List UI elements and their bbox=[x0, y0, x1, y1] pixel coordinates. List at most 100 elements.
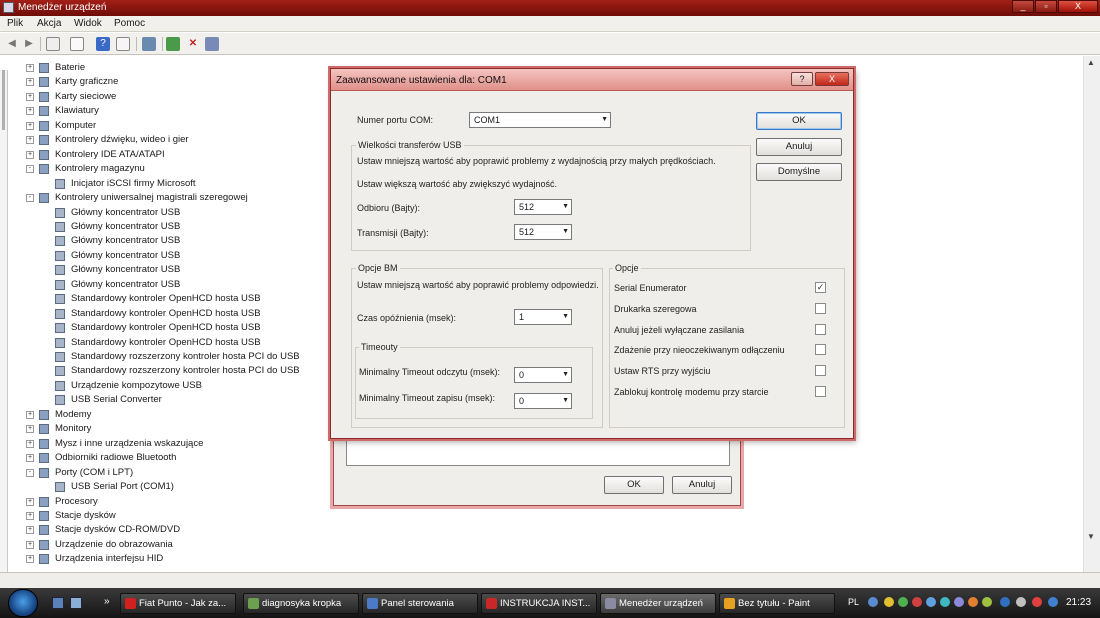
tree-view-icon[interactable] bbox=[46, 37, 60, 51]
scroll-up-icon[interactable]: ▲ bbox=[1087, 58, 1095, 67]
tray-icon[interactable] bbox=[954, 597, 964, 607]
dialog-close-button[interactable]: X bbox=[815, 72, 849, 86]
menu-action[interactable]: Akcja bbox=[37, 18, 61, 29]
network-icon[interactable] bbox=[1000, 597, 1010, 607]
collapse-icon[interactable]: - bbox=[26, 468, 34, 477]
latency-select[interactable]: 1 ▼ bbox=[514, 309, 572, 325]
uninstall-icon[interactable]: ✕ bbox=[186, 37, 200, 51]
taskbar-item[interactable]: diagnosyka kropka bbox=[243, 593, 359, 614]
tree-item-label: Kontrolery dźwięku, wideo i gier bbox=[55, 134, 189, 146]
expand-icon[interactable]: + bbox=[26, 121, 34, 130]
bg-cancel-button[interactable]: Anuluj bbox=[672, 476, 732, 494]
option-checkbox[interactable]: ✓ bbox=[815, 282, 826, 293]
forward-arrow-icon[interactable]: ▶ bbox=[22, 37, 36, 51]
read-timeout-select[interactable]: 0 ▼ bbox=[514, 367, 572, 383]
taskbar-item[interactable]: Fiat Punto - Jak za... bbox=[120, 593, 236, 614]
window-titlebar[interactable]: Menedżer urządzeń _ ▫ X bbox=[0, 0, 1100, 16]
option-checkbox[interactable] bbox=[815, 386, 826, 397]
write-timeout-select[interactable]: 0 ▼ bbox=[514, 393, 572, 409]
option-checkbox[interactable] bbox=[815, 302, 826, 314]
tree-item-label: Główny koncentrator USB bbox=[71, 264, 181, 276]
expand-icon[interactable]: + bbox=[26, 540, 34, 549]
com-port-select[interactable]: COM1 ▼ bbox=[469, 112, 611, 128]
expand-icon[interactable]: + bbox=[26, 555, 34, 564]
expand-icon[interactable]: + bbox=[26, 78, 34, 87]
quicklaunch-chevron[interactable]: » bbox=[104, 596, 110, 607]
minimize-button[interactable]: _ bbox=[1012, 0, 1034, 13]
taskbar-item[interactable]: Panel sterowania bbox=[362, 593, 478, 614]
option-checkbox[interactable] bbox=[815, 365, 826, 377]
expand-icon[interactable]: + bbox=[26, 439, 34, 448]
tree-item-label: Standardowy kontroler OpenHCD hosta USB bbox=[71, 322, 261, 334]
collapse-icon[interactable]: - bbox=[26, 165, 34, 174]
tray-icon[interactable] bbox=[898, 597, 908, 607]
tray-icon[interactable] bbox=[982, 597, 992, 607]
show-desktop-icon[interactable] bbox=[52, 597, 64, 609]
update-driver-icon[interactable] bbox=[166, 37, 180, 51]
help-button[interactable]: ? bbox=[791, 72, 813, 86]
back-arrow-icon[interactable]: ◀ bbox=[5, 37, 19, 51]
device-manager-icon bbox=[605, 598, 616, 609]
language-indicator[interactable]: PL bbox=[848, 597, 859, 607]
modem-icon bbox=[39, 409, 49, 420]
tree-item-label: Standardowy rozszerzony kontroler hosta … bbox=[71, 365, 300, 377]
tray-icon[interactable] bbox=[884, 597, 894, 607]
expand-icon[interactable]: + bbox=[26, 410, 34, 419]
taskbar-item[interactable]: INSTRUKCJA INST... bbox=[481, 593, 597, 614]
option-checkbox[interactable] bbox=[815, 323, 826, 335]
tree-item-label: Kontrolery magazynu bbox=[55, 163, 145, 175]
bg-ok-button[interactable]: OK bbox=[604, 476, 664, 494]
network-adapter-icon bbox=[39, 91, 49, 102]
help-icon[interactable]: ? bbox=[96, 37, 110, 51]
expand-icon[interactable]: + bbox=[26, 425, 34, 434]
defaults-button[interactable]: Domyślne bbox=[756, 163, 842, 181]
clock[interactable]: 21:23 bbox=[1066, 597, 1091, 608]
tray-icon[interactable] bbox=[940, 597, 950, 607]
expand-icon[interactable]: + bbox=[26, 454, 34, 463]
tray-icon[interactable] bbox=[926, 597, 936, 607]
transmit-select[interactable]: 512 ▼ bbox=[514, 224, 572, 240]
cancel-button[interactable]: Anuluj bbox=[756, 138, 842, 156]
monitor-icon bbox=[39, 424, 49, 435]
expand-icon[interactable]: + bbox=[26, 497, 34, 506]
expand-icon[interactable]: + bbox=[26, 136, 34, 145]
usb-device-icon bbox=[55, 250, 65, 261]
dialog-titlebar[interactable]: Zaawansowane ustawienia dla: COM1 ? X bbox=[331, 69, 853, 91]
start-button[interactable] bbox=[8, 589, 38, 617]
bluetooth-icon bbox=[39, 453, 49, 464]
menu-help[interactable]: Pomoc bbox=[114, 18, 145, 29]
tray-icon[interactable] bbox=[968, 597, 978, 607]
menu-view[interactable]: Widok bbox=[74, 18, 102, 29]
taskbar-item[interactable]: Menedżer urządzeń bbox=[600, 593, 716, 614]
switch-windows-icon[interactable] bbox=[70, 597, 82, 609]
ok-button[interactable]: OK bbox=[756, 112, 842, 130]
scroll-down-icon[interactable]: ▼ bbox=[1087, 532, 1095, 541]
usb-device-icon bbox=[55, 221, 65, 232]
properties-icon[interactable] bbox=[70, 37, 84, 51]
tray-icon[interactable] bbox=[868, 597, 878, 607]
taskbar-item[interactable]: Bez tytułu - Paint bbox=[719, 593, 835, 614]
window-icon[interactable] bbox=[116, 37, 130, 51]
receive-select[interactable]: 512 ▼ bbox=[514, 199, 572, 215]
option-checkbox[interactable] bbox=[815, 344, 826, 356]
expand-icon[interactable]: + bbox=[26, 511, 34, 520]
vertical-scrollbar[interactable]: ▲ ▼ bbox=[1083, 56, 1100, 572]
expand-icon[interactable]: + bbox=[26, 150, 34, 159]
collapse-icon[interactable]: - bbox=[26, 194, 34, 203]
display-adapter-icon bbox=[39, 77, 49, 88]
battery-icon bbox=[39, 63, 49, 73]
taskbar-item-label: Panel sterowania bbox=[381, 598, 454, 609]
power-icon[interactable] bbox=[1048, 597, 1058, 607]
disable-device-icon[interactable] bbox=[205, 37, 219, 51]
expand-icon[interactable]: + bbox=[26, 526, 34, 535]
expand-icon[interactable]: + bbox=[26, 107, 34, 116]
close-button[interactable]: X bbox=[1058, 0, 1098, 13]
tray-icon[interactable] bbox=[912, 597, 922, 607]
maximize-button[interactable]: ▫ bbox=[1035, 0, 1057, 13]
menu-file[interactable]: Plik bbox=[7, 18, 23, 29]
security-icon[interactable] bbox=[1032, 597, 1042, 607]
volume-icon[interactable] bbox=[1016, 597, 1026, 607]
expand-icon[interactable]: + bbox=[26, 64, 34, 72]
scan-hardware-icon[interactable] bbox=[142, 37, 156, 51]
expand-icon[interactable]: + bbox=[26, 92, 34, 101]
